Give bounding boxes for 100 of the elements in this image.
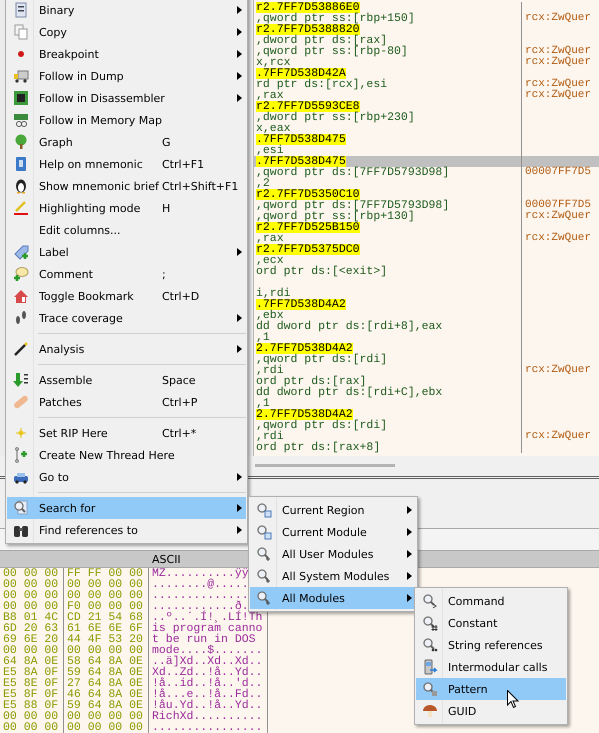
instruction-text: ,1 (256, 332, 270, 343)
hex-bytes: 00 00 00 (3, 601, 58, 612)
comment-text: rcx:ZwQuer (524, 431, 592, 442)
menu-item[interactable]: Copy (7, 21, 246, 43)
disassembly-row[interactable]: ,rdi rcx:ZwQuer (254, 431, 599, 442)
menu-item[interactable]: Graph G (7, 131, 246, 153)
disassembly-row[interactable]: .7FF7D538D475 (254, 134, 599, 145)
disassembly-row[interactable]: ,qword ptr ds:[7FF7D5793D98] 00007FF7D5 (254, 167, 599, 178)
menu-item[interactable]: Follow in Dump (7, 65, 246, 87)
hex-bytes: 00 00 00 (3, 722, 58, 733)
submenu-arrow-icon (236, 504, 242, 512)
address-text: 2.7FF7D538D4A2 (256, 343, 353, 354)
menu-item[interactable]: Edit columns... (7, 219, 246, 241)
ascii-text: mode....$....... (152, 645, 262, 656)
disassembly-row[interactable]: ,qword ptr ss:[rbp-80] rcx:ZwQuer (254, 46, 599, 57)
menu-item[interactable]: Highlighting mode H (7, 197, 246, 219)
menu-item[interactable]: Go to (7, 466, 246, 488)
disassembly-row[interactable]: .7FF7D538D42A (254, 68, 599, 79)
menu-item[interactable]: Trace coverage (7, 307, 246, 329)
disassembly-row[interactable]: r2.7FF7D5375DC0 (254, 244, 599, 255)
submenu-arrow-icon (236, 473, 242, 481)
menu-item[interactable]: Show mnemonic brief Ctrl+Shift+F1 (7, 175, 246, 197)
scrollbar-thumb[interactable] (255, 464, 395, 467)
ascii-text: is program canno (152, 623, 262, 634)
instruction-text: i,rdi (256, 288, 291, 299)
memory-module-icon (12, 112, 28, 128)
submenu-arrow-icon (406, 572, 412, 580)
disassembly-row[interactable]: ord ptr ds:[rax] (254, 376, 599, 387)
disassembly-row[interactable]: ,ecx (254, 255, 599, 266)
menu-item[interactable]: Constant (416, 612, 566, 634)
disassembly-row[interactable]: ,qword ptr ds:[rdi] (254, 354, 599, 365)
submenu-arrow-icon (406, 506, 412, 514)
menu-item[interactable]: Find references to (7, 519, 246, 541)
menu-item[interactable]: Breakpoint (7, 43, 246, 65)
disassembly-row[interactable]: ,qword ptr ds:[rdi] (254, 420, 599, 431)
menu-item[interactable]: GUID (416, 700, 566, 722)
menu-item[interactable]: Help on mnemonic Ctrl+F1 (7, 153, 246, 175)
instruction-text: ,qword ptr ds:[7FF7D5793D98] (256, 200, 450, 211)
hex-bytes: F0 00 00 00 (67, 601, 143, 612)
disassembly-row[interactable]: 2.7FF7D538D4A2 (254, 343, 599, 354)
search-icon (256, 590, 272, 606)
hex-bytes: E5 88 0F (3, 700, 58, 711)
submenu-arrow-icon (236, 28, 242, 36)
disassembly-row[interactable]: r2.7FF7D525B150 (254, 222, 599, 233)
disassembly-row[interactable]: ord ptr ds:[rax+8] (254, 442, 599, 453)
address-text: .7FF7D538D475 (256, 134, 346, 145)
disassembly-row[interactable]: dd dword ptr ds:[rdi+C],ebx (254, 387, 599, 398)
disassembly-row[interactable]: 2.7FF7D538D4A2 (254, 409, 599, 420)
disassembly-row[interactable]: ,qword ptr ds:[7FF7D5793D98] 00007FF7D5 (254, 200, 599, 211)
hex-bytes: 00 00 00 (3, 568, 58, 579)
menu-item[interactable]: Command (416, 590, 566, 612)
submenu-arrow-icon (236, 345, 242, 353)
ascii-text: Xd..Zd..!å..Yd.. (152, 667, 262, 678)
search-icon (422, 593, 438, 609)
speech-bubble-icon (12, 266, 28, 282)
submenu-arrow-icon (406, 528, 412, 536)
disassembly-row[interactable]: ord ptr ds:[<exit>] (254, 266, 599, 277)
disassembly-row[interactable]: rd ptr ds:[rcx],esi rcx:ZwQuer (254, 79, 599, 90)
menu-item[interactable]: Patches Ctrl+P (7, 391, 246, 413)
disassembly-row[interactable]: ,rdi rcx:ZwQuer (254, 365, 599, 376)
disassembly-row[interactable]: .7FF7D538D4A2 (254, 299, 599, 310)
menu-item[interactable]: String references (416, 634, 566, 656)
menu-item[interactable]: Follow in Memory Map (7, 109, 246, 131)
instruction-text: dd dword ptr ds:[rdi+C],ebx (256, 387, 442, 398)
hex-bytes: E5 8F 0F (3, 689, 58, 700)
menu-item[interactable]: Comment ; (7, 263, 246, 285)
menu-item[interactable]: Follow in Disassembler (7, 87, 246, 109)
hex-bytes: 00 00 00 (3, 645, 58, 656)
hex-bytes: 00 00 00 00 (67, 711, 143, 722)
disassembly-row[interactable]: ,ebx (254, 310, 599, 321)
menu-item[interactable]: Intermodular calls (416, 656, 566, 678)
menu-item[interactable]: Pattern (416, 678, 566, 700)
copy-icon (12, 24, 28, 40)
menu-item[interactable]: Current Module (250, 521, 416, 543)
menu-item[interactable]: Label (7, 241, 246, 263)
hex-bytes: 00 00 00 00 (67, 645, 143, 656)
ascii-text: MZ..........ÿÿ (152, 568, 249, 579)
disassembly-row[interactable]: r2.7FF7D5388820 (254, 24, 599, 35)
disassembly-row[interactable]: ,dword ptr ds:[rax] (254, 35, 599, 46)
disassembly-row[interactable]: ,dword ptr ss:[rbp+230] (254, 112, 599, 123)
hex-bytes: E5 8A 0F (3, 667, 58, 678)
disassembly-row[interactable]: r2.7FF7D53886E0 (254, 2, 599, 13)
disassembly-row[interactable]: r2.7FF7D5350C10 (254, 189, 599, 200)
hex-bytes: 59 64 8A 0E (67, 667, 143, 678)
menu-item[interactable]: Binary (7, 0, 246, 21)
hex-bytes: 69 6E 20 (3, 634, 58, 645)
menu-item[interactable]: Current Region (250, 499, 416, 521)
hex-bytes: B8 01 4C (3, 612, 58, 623)
search-icon (422, 637, 438, 653)
hex-bytes: 46 64 8A 0E (67, 689, 143, 700)
menu-item[interactable]: All System Modules (250, 565, 416, 587)
menu-item[interactable]: All User Modules (250, 543, 416, 565)
disassembly-row[interactable]: dd dword ptr ds:[rdi+8],eax (254, 321, 599, 332)
instruction-text: ,esi (256, 145, 284, 156)
menu-item[interactable]: All Modules (250, 587, 416, 609)
disassembly-row[interactable]: r2.7FF7D5593CE8 (254, 101, 599, 112)
menu-item[interactable]: Toggle Bookmark Ctrl+D (7, 285, 246, 307)
disassembly-row[interactable]: .7FF7D538D475 (254, 156, 599, 167)
address-text: r2.7FF7D5375DC0 (256, 244, 360, 255)
menu-item[interactable]: Create New Thread Here (7, 444, 246, 466)
